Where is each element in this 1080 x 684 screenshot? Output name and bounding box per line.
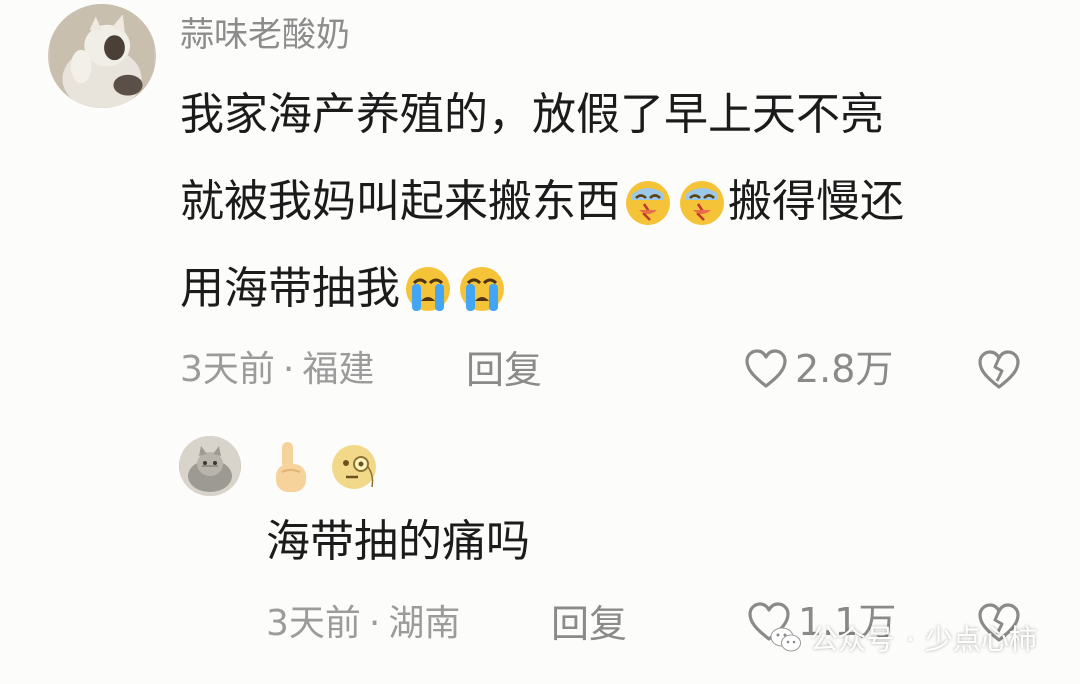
avatar[interactable] xyxy=(48,4,156,108)
watermark-name: 少点心柿 xyxy=(924,623,1037,656)
cat-avatar-image xyxy=(180,436,240,496)
comment-text-line-2: 就被我妈叫起来搬东西 搬得慢还 xyxy=(180,176,904,228)
loudly-crying-face-icon xyxy=(456,263,508,315)
avatar[interactable] xyxy=(179,436,241,496)
comment-text-line-1: 海带抽的痛吗 xyxy=(266,520,530,564)
location: 湖南 xyxy=(388,603,461,644)
username[interactable]: 蒜味老酸奶 xyxy=(180,18,350,52)
comment-text: 搬得慢还 xyxy=(728,176,904,227)
heart-icon xyxy=(743,348,789,390)
separator: · xyxy=(368,603,381,644)
comment-text-line-1: 我家海产养殖的，放假了早上天不亮 xyxy=(180,93,884,137)
timestamp: 3天前 xyxy=(180,349,275,390)
comment-text: 就被我妈叫起来搬东西 xyxy=(180,176,620,227)
cat-avatar-image xyxy=(50,4,154,108)
watermark: 公众号 · 少点心柿 xyxy=(770,626,1037,654)
comment-1: 蒜味老酸奶 我家海产养殖的，放假了早上天不亮 就被我妈叫起来搬东西 搬得慢还 用… xyxy=(0,0,1080,410)
username-emojis[interactable] xyxy=(268,438,380,496)
timestamp: 3天前 xyxy=(266,603,361,644)
watermark-prefix: 公众号 xyxy=(810,623,895,656)
broken-heart-crying-face-icon xyxy=(676,176,728,228)
reply-button[interactable]: 回复 xyxy=(551,605,627,643)
broken-heart-icon xyxy=(978,350,1020,389)
watermark-separator: · xyxy=(906,623,915,656)
separator: · xyxy=(282,349,295,390)
monocle-face-icon xyxy=(328,441,380,493)
comment-text: 用海带抽我 xyxy=(180,263,400,314)
dislike-button[interactable] xyxy=(976,349,1022,391)
comment-meta: 3天前 · 福建 xyxy=(180,352,374,388)
pointing-up-finger-icon xyxy=(268,438,312,496)
wechat-icon xyxy=(770,626,802,654)
comment-text-line-3: 用海带抽我 xyxy=(180,263,508,315)
broken-heart-crying-face-icon xyxy=(622,176,674,228)
like-button[interactable]: 2.8万 xyxy=(743,348,893,390)
location: 福建 xyxy=(302,349,375,390)
comment-text: 我家海产养殖的，放假了早上天不亮 xyxy=(180,89,884,140)
like-count: 2.8万 xyxy=(795,347,894,391)
comment-meta: 3天前 · 湖南 xyxy=(266,606,460,642)
loudly-crying-face-icon xyxy=(402,263,454,315)
comment-text: 海带抽的痛吗 xyxy=(266,516,530,567)
reply-button[interactable]: 回复 xyxy=(466,351,542,389)
